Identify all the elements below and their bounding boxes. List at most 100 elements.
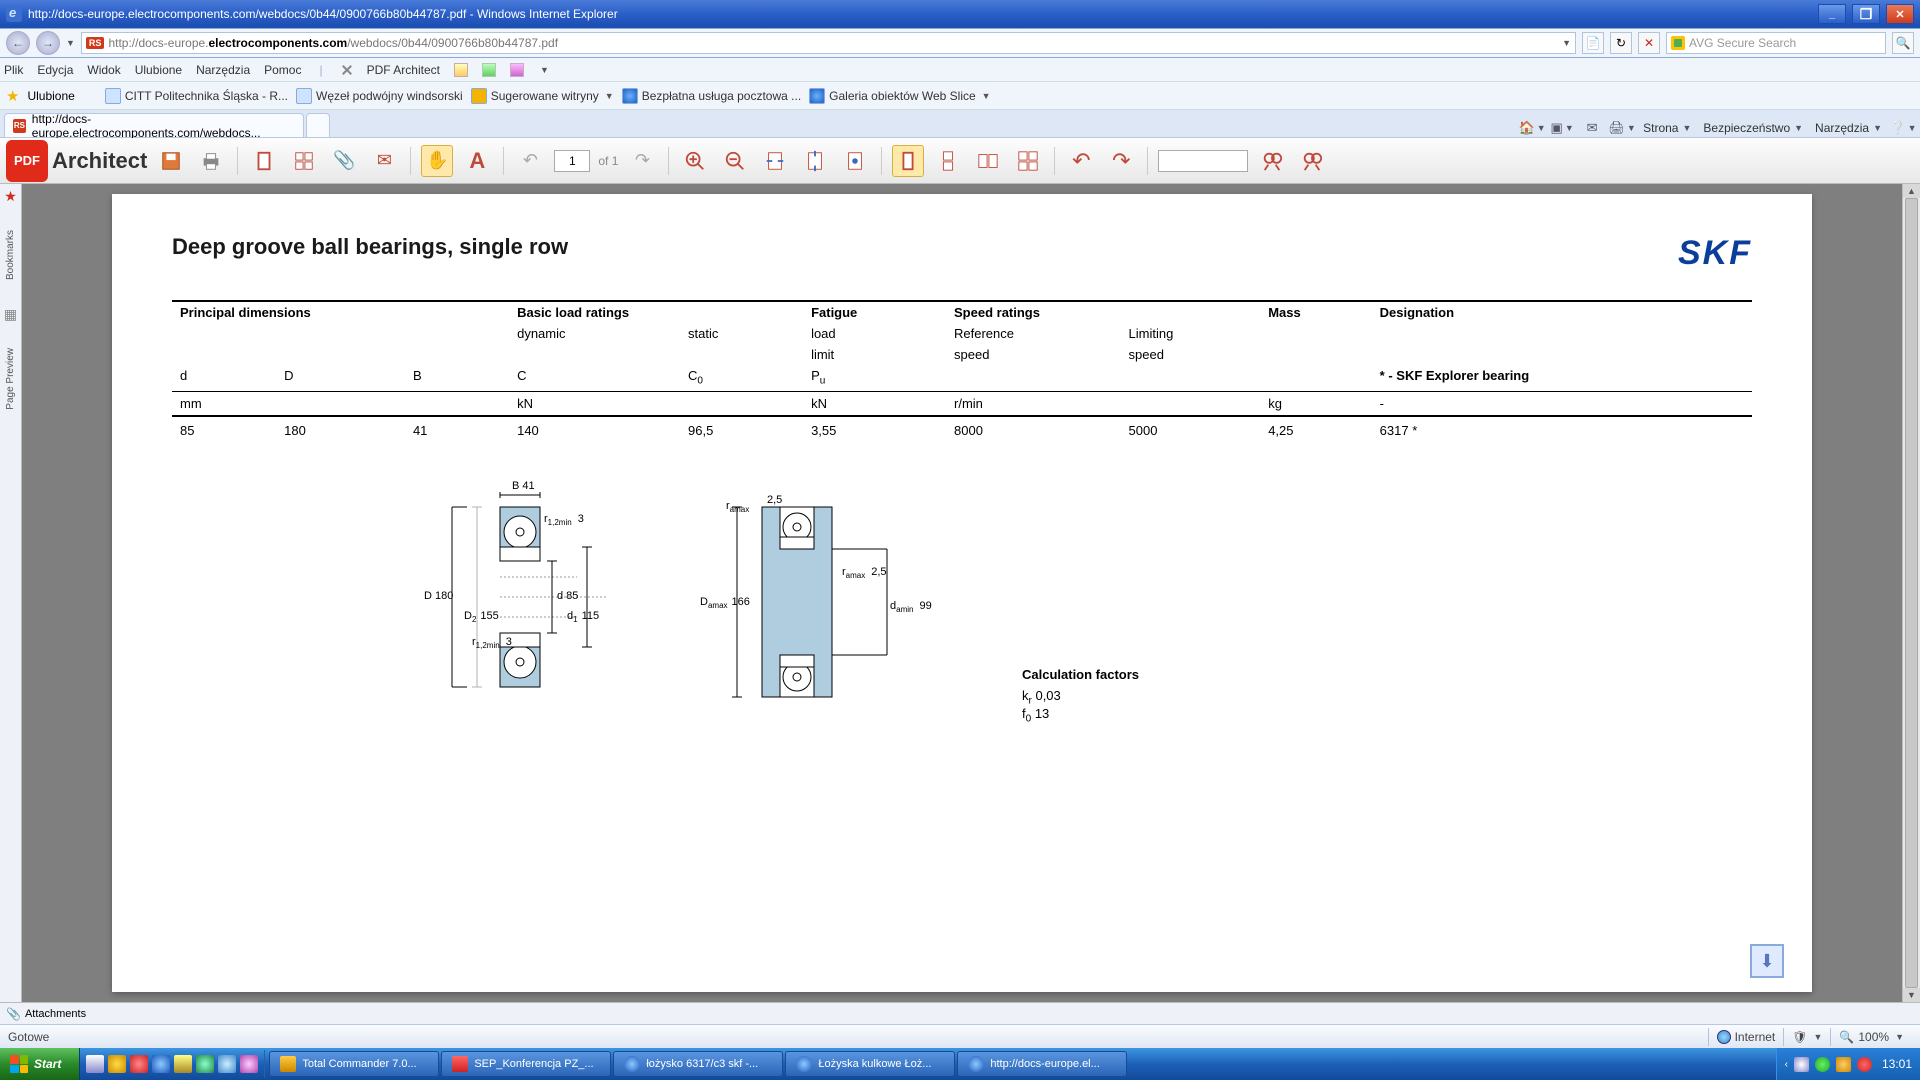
attachments-bar[interactable]: 📎 Attachments [0, 1002, 1920, 1024]
forward-button[interactable]: → [36, 31, 60, 55]
home-button[interactable]: 🏠▼ [1523, 119, 1541, 137]
minimize-button[interactable]: _ [1818, 4, 1846, 24]
single-page-button[interactable] [248, 145, 280, 177]
multi-page-button[interactable] [288, 145, 320, 177]
refresh-button[interactable]: ↻ [1610, 32, 1632, 54]
task-total-commander[interactable]: Total Commander 7.0... [269, 1051, 439, 1077]
page-preview-tab[interactable]: Page Preview [3, 342, 18, 416]
search-input[interactable]: AVG Secure Search [1666, 32, 1886, 54]
ql-icon-7[interactable] [218, 1055, 236, 1073]
undo-button[interactable]: ↶ [1065, 145, 1097, 177]
fav-item-wezel[interactable]: Węzeł podwójny windsorski [296, 88, 463, 104]
svg-text:r1,2min3: r1,2min3 [544, 513, 584, 527]
scrollbar-thumb[interactable] [1905, 198, 1918, 988]
fit-height-button[interactable] [799, 145, 831, 177]
scroll-down-button[interactable]: ⬇ [1750, 944, 1784, 978]
menu-edycja[interactable]: Edycja [37, 63, 73, 77]
menu-widok[interactable]: Widok [87, 63, 120, 77]
page-number-input[interactable] [554, 150, 590, 172]
fav-item-galeria[interactable]: Galeria obiektów Web Slice▼ [809, 88, 990, 104]
fav-item-citt[interactable]: CITT Politechnika Śląska - R... [105, 88, 288, 104]
windows-logo-icon [10, 1055, 28, 1073]
next-page-button[interactable]: ↷ [626, 145, 658, 177]
favorites-star-icon[interactable]: ★ [6, 87, 19, 105]
menu-ulubione[interactable]: Ulubione [135, 63, 182, 77]
status-zoom[interactable]: 🔍100%▼ [1830, 1028, 1912, 1046]
tab-active[interactable]: RS http://docs-europe.electrocomponents.… [4, 113, 304, 137]
pdf-opt-1-icon[interactable] [454, 63, 468, 77]
find-prev-button[interactable] [1256, 145, 1288, 177]
bookmarks-tab[interactable]: Bookmarks [3, 224, 18, 286]
ql-icon-8[interactable] [240, 1055, 258, 1073]
maximize-button[interactable]: ❐ [1852, 4, 1880, 24]
start-button[interactable]: Start [0, 1048, 80, 1080]
fav-item-bezplatna[interactable]: Bezpłatna usługa pocztowa ... [622, 88, 801, 104]
help-button[interactable]: ❔▼ [1894, 119, 1912, 137]
view-mode-1-button[interactable] [892, 145, 924, 177]
page-viewport[interactable]: SKF Deep groove ball bearings, single ro… [22, 184, 1902, 1002]
mail-button[interactable]: ✉ [1583, 119, 1601, 137]
scroll-down-arrow[interactable]: ▼ [1903, 988, 1920, 1002]
fav-item-sugerowane[interactable]: Sugerowane witryny▼ [471, 88, 614, 104]
zoom-out-button[interactable] [719, 145, 751, 177]
pdf-search-input[interactable] [1158, 150, 1248, 172]
tray-icon-3[interactable] [1836, 1057, 1851, 1072]
print-button[interactable] [195, 145, 227, 177]
zoom-in-button[interactable] [679, 145, 711, 177]
pdf-opt-2-icon[interactable] [482, 63, 496, 77]
status-protect-mode[interactable]: 🛡▼ [1783, 1028, 1830, 1046]
view-mode-2-button[interactable] [932, 145, 964, 177]
feeds-button[interactable]: ▣▼ [1553, 119, 1571, 137]
menu-narzedzia[interactable]: Narzędzia [196, 63, 250, 77]
task-lozysko-search[interactable]: łożysko 6317/c3 skf -... [613, 1051, 783, 1077]
address-dropdown[interactable]: ▼ [1562, 38, 1571, 48]
text-select-button[interactable]: A [461, 145, 493, 177]
view-mode-4-button[interactable] [1012, 145, 1044, 177]
tray-icon-2[interactable] [1815, 1057, 1830, 1072]
save-button[interactable] [155, 145, 187, 177]
ql-icon-1[interactable] [86, 1055, 104, 1073]
view-mode-3-button[interactable] [972, 145, 1004, 177]
close-button[interactable]: ✕ [1886, 4, 1914, 24]
task-docs-europe[interactable]: http://docs-europe.el... [957, 1051, 1127, 1077]
back-button[interactable]: ← [6, 31, 30, 55]
ql-icon-4[interactable] [152, 1055, 170, 1073]
clock[interactable]: 13:01 [1878, 1057, 1912, 1071]
safety-menu[interactable]: Bezpieczeństwo▼ [1703, 121, 1803, 135]
fit-page-button[interactable] [839, 145, 871, 177]
email-button[interactable]: ✉ [368, 145, 400, 177]
task-sep-konferencja[interactable]: SEP_Konferencja PZ_... [441, 1051, 611, 1077]
nav-history-dropdown[interactable]: ▼ [66, 38, 75, 48]
tools-menu[interactable]: Narzędzia▼ [1815, 121, 1882, 135]
search-go-button[interactable]: 🔍 [1892, 32, 1914, 54]
print-button[interactable]: 🖨▼ [1613, 119, 1631, 137]
hand-tool-button[interactable]: ✋ [421, 145, 453, 177]
compat-button[interactable]: 📄 [1582, 32, 1604, 54]
page-menu[interactable]: Strona▼ [1643, 121, 1691, 135]
ql-icon-3[interactable] [130, 1055, 148, 1073]
pdf-opt-3-icon[interactable] [510, 63, 524, 77]
ql-icon-2[interactable] [108, 1055, 126, 1073]
fit-width-button[interactable] [759, 145, 791, 177]
task-lozyska-kulkowe[interactable]: Łożyska kulkowe Łoż... [785, 1051, 955, 1077]
pdf-opt-dropdown[interactable]: ▼ [540, 65, 549, 75]
redo-button[interactable]: ↷ [1105, 145, 1137, 177]
address-input[interactable]: RS http://docs-europe.electrocomponents.… [81, 32, 1576, 54]
tab-new[interactable] [306, 113, 330, 137]
ql-icon-6[interactable] [196, 1055, 214, 1073]
find-next-button[interactable] [1296, 145, 1328, 177]
scroll-up-arrow[interactable]: ▲ [1903, 184, 1920, 198]
tray-icon-4[interactable] [1857, 1057, 1872, 1072]
tray-expand[interactable]: ‹ [1785, 1059, 1788, 1070]
stop-button[interactable]: ✕ [1638, 32, 1660, 54]
cell-mass: 4,25 [1260, 416, 1371, 441]
menu-pomoc[interactable]: Pomoc [264, 63, 301, 77]
tray-icon-1[interactable] [1794, 1057, 1809, 1072]
vertical-scrollbar[interactable]: ▲ ▼ [1902, 184, 1920, 1002]
menu-plik[interactable]: Plik [4, 63, 23, 77]
attach-button[interactable]: 📎 [328, 145, 360, 177]
favorites-label[interactable]: Ulubione [27, 89, 74, 103]
prev-page-button[interactable]: ↶ [514, 145, 546, 177]
menu-pdf-architect[interactable]: PDF Architect [367, 63, 440, 77]
ql-icon-5[interactable] [174, 1055, 192, 1073]
